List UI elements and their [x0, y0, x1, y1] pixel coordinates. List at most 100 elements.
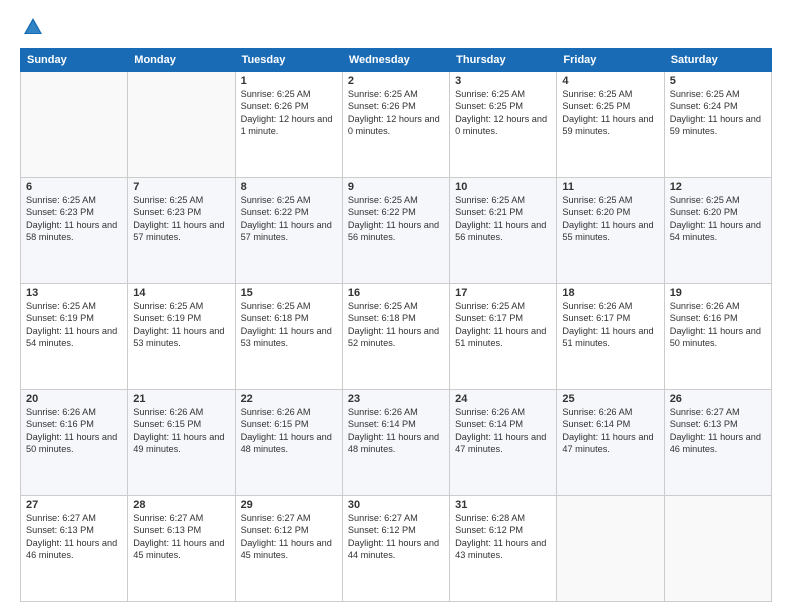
day-number: 19: [670, 287, 766, 299]
calendar-cell: 15Sunrise: 6:25 AM Sunset: 6:18 PM Dayli…: [235, 284, 342, 390]
cell-info: Sunrise: 6:25 AM Sunset: 6:17 PM Dayligh…: [455, 300, 551, 350]
calendar-cell: 7Sunrise: 6:25 AM Sunset: 6:23 PM Daylig…: [128, 178, 235, 284]
calendar-cell: 5Sunrise: 6:25 AM Sunset: 6:24 PM Daylig…: [664, 72, 771, 178]
calendar-cell: 14Sunrise: 6:25 AM Sunset: 6:19 PM Dayli…: [128, 284, 235, 390]
day-number: 12: [670, 181, 766, 193]
day-number: 20: [26, 393, 122, 405]
cell-info: Sunrise: 6:25 AM Sunset: 6:19 PM Dayligh…: [133, 300, 229, 350]
cell-info: Sunrise: 6:25 AM Sunset: 6:23 PM Dayligh…: [133, 194, 229, 244]
day-number: 6: [26, 181, 122, 193]
calendar-cell: 11Sunrise: 6:25 AM Sunset: 6:20 PM Dayli…: [557, 178, 664, 284]
cell-info: Sunrise: 6:26 AM Sunset: 6:15 PM Dayligh…: [133, 406, 229, 456]
cell-info: Sunrise: 6:25 AM Sunset: 6:18 PM Dayligh…: [241, 300, 337, 350]
day-number: 5: [670, 75, 766, 87]
calendar-cell: [664, 496, 771, 602]
calendar-cell: 25Sunrise: 6:26 AM Sunset: 6:14 PM Dayli…: [557, 390, 664, 496]
calendar-cell: 18Sunrise: 6:26 AM Sunset: 6:17 PM Dayli…: [557, 284, 664, 390]
calendar-cell: 16Sunrise: 6:25 AM Sunset: 6:18 PM Dayli…: [342, 284, 449, 390]
weekday-header-cell: Wednesday: [342, 49, 449, 72]
logo: [20, 16, 44, 38]
calendar-cell: 26Sunrise: 6:27 AM Sunset: 6:13 PM Dayli…: [664, 390, 771, 496]
calendar-cell: 24Sunrise: 6:26 AM Sunset: 6:14 PM Dayli…: [450, 390, 557, 496]
cell-info: Sunrise: 6:27 AM Sunset: 6:13 PM Dayligh…: [26, 512, 122, 562]
cell-info: Sunrise: 6:25 AM Sunset: 6:25 PM Dayligh…: [455, 88, 551, 138]
day-number: 15: [241, 287, 337, 299]
cell-info: Sunrise: 6:25 AM Sunset: 6:24 PM Dayligh…: [670, 88, 766, 138]
day-number: 21: [133, 393, 229, 405]
calendar-cell: [557, 496, 664, 602]
day-number: 3: [455, 75, 551, 87]
calendar-cell: 1Sunrise: 6:25 AM Sunset: 6:26 PM Daylig…: [235, 72, 342, 178]
calendar-cell: 4Sunrise: 6:25 AM Sunset: 6:25 PM Daylig…: [557, 72, 664, 178]
day-number: 10: [455, 181, 551, 193]
weekday-header-cell: Monday: [128, 49, 235, 72]
cell-info: Sunrise: 6:25 AM Sunset: 6:23 PM Dayligh…: [26, 194, 122, 244]
calendar-cell: [21, 72, 128, 178]
calendar-week-row: 13Sunrise: 6:25 AM Sunset: 6:19 PM Dayli…: [21, 284, 772, 390]
cell-info: Sunrise: 6:26 AM Sunset: 6:15 PM Dayligh…: [241, 406, 337, 456]
calendar-cell: 19Sunrise: 6:26 AM Sunset: 6:16 PM Dayli…: [664, 284, 771, 390]
cell-info: Sunrise: 6:26 AM Sunset: 6:17 PM Dayligh…: [562, 300, 658, 350]
day-number: 28: [133, 499, 229, 511]
cell-info: Sunrise: 6:25 AM Sunset: 6:26 PM Dayligh…: [241, 88, 337, 138]
weekday-header-cell: Thursday: [450, 49, 557, 72]
cell-info: Sunrise: 6:25 AM Sunset: 6:21 PM Dayligh…: [455, 194, 551, 244]
day-number: 7: [133, 181, 229, 193]
day-number: 17: [455, 287, 551, 299]
calendar-table: SundayMondayTuesdayWednesdayThursdayFrid…: [20, 48, 772, 602]
day-number: 25: [562, 393, 658, 405]
calendar-cell: 17Sunrise: 6:25 AM Sunset: 6:17 PM Dayli…: [450, 284, 557, 390]
calendar-cell: [128, 72, 235, 178]
calendar-cell: 13Sunrise: 6:25 AM Sunset: 6:19 PM Dayli…: [21, 284, 128, 390]
calendar-cell: 28Sunrise: 6:27 AM Sunset: 6:13 PM Dayli…: [128, 496, 235, 602]
day-number: 31: [455, 499, 551, 511]
weekday-header-cell: Saturday: [664, 49, 771, 72]
cell-info: Sunrise: 6:27 AM Sunset: 6:12 PM Dayligh…: [241, 512, 337, 562]
cell-info: Sunrise: 6:27 AM Sunset: 6:12 PM Dayligh…: [348, 512, 444, 562]
cell-info: Sunrise: 6:25 AM Sunset: 6:20 PM Dayligh…: [562, 194, 658, 244]
day-number: 14: [133, 287, 229, 299]
calendar-week-row: 20Sunrise: 6:26 AM Sunset: 6:16 PM Dayli…: [21, 390, 772, 496]
calendar-cell: 8Sunrise: 6:25 AM Sunset: 6:22 PM Daylig…: [235, 178, 342, 284]
calendar-cell: 31Sunrise: 6:28 AM Sunset: 6:12 PM Dayli…: [450, 496, 557, 602]
calendar-cell: 6Sunrise: 6:25 AM Sunset: 6:23 PM Daylig…: [21, 178, 128, 284]
cell-info: Sunrise: 6:25 AM Sunset: 6:22 PM Dayligh…: [348, 194, 444, 244]
day-number: 2: [348, 75, 444, 87]
calendar-week-row: 1Sunrise: 6:25 AM Sunset: 6:26 PM Daylig…: [21, 72, 772, 178]
day-number: 4: [562, 75, 658, 87]
cell-info: Sunrise: 6:26 AM Sunset: 6:16 PM Dayligh…: [26, 406, 122, 456]
calendar-cell: 22Sunrise: 6:26 AM Sunset: 6:15 PM Dayli…: [235, 390, 342, 496]
weekday-header-cell: Sunday: [21, 49, 128, 72]
day-number: 23: [348, 393, 444, 405]
calendar-week-row: 6Sunrise: 6:25 AM Sunset: 6:23 PM Daylig…: [21, 178, 772, 284]
calendar-cell: 3Sunrise: 6:25 AM Sunset: 6:25 PM Daylig…: [450, 72, 557, 178]
day-number: 29: [241, 499, 337, 511]
cell-info: Sunrise: 6:25 AM Sunset: 6:20 PM Dayligh…: [670, 194, 766, 244]
day-number: 24: [455, 393, 551, 405]
calendar-cell: 27Sunrise: 6:27 AM Sunset: 6:13 PM Dayli…: [21, 496, 128, 602]
calendar-cell: 20Sunrise: 6:26 AM Sunset: 6:16 PM Dayli…: [21, 390, 128, 496]
calendar-cell: 2Sunrise: 6:25 AM Sunset: 6:26 PM Daylig…: [342, 72, 449, 178]
day-number: 1: [241, 75, 337, 87]
day-number: 16: [348, 287, 444, 299]
day-number: 18: [562, 287, 658, 299]
cell-info: Sunrise: 6:26 AM Sunset: 6:14 PM Dayligh…: [562, 406, 658, 456]
cell-info: Sunrise: 6:27 AM Sunset: 6:13 PM Dayligh…: [133, 512, 229, 562]
cell-info: Sunrise: 6:27 AM Sunset: 6:13 PM Dayligh…: [670, 406, 766, 456]
calendar-cell: 29Sunrise: 6:27 AM Sunset: 6:12 PM Dayli…: [235, 496, 342, 602]
cell-info: Sunrise: 6:26 AM Sunset: 6:16 PM Dayligh…: [670, 300, 766, 350]
calendar-cell: 21Sunrise: 6:26 AM Sunset: 6:15 PM Dayli…: [128, 390, 235, 496]
calendar-cell: 30Sunrise: 6:27 AM Sunset: 6:12 PM Dayli…: [342, 496, 449, 602]
day-number: 22: [241, 393, 337, 405]
day-number: 9: [348, 181, 444, 193]
day-number: 11: [562, 181, 658, 193]
calendar-cell: 9Sunrise: 6:25 AM Sunset: 6:22 PM Daylig…: [342, 178, 449, 284]
calendar-cell: 12Sunrise: 6:25 AM Sunset: 6:20 PM Dayli…: [664, 178, 771, 284]
cell-info: Sunrise: 6:28 AM Sunset: 6:12 PM Dayligh…: [455, 512, 551, 562]
weekday-header-row: SundayMondayTuesdayWednesdayThursdayFrid…: [21, 49, 772, 72]
calendar-cell: 23Sunrise: 6:26 AM Sunset: 6:14 PM Dayli…: [342, 390, 449, 496]
calendar-week-row: 27Sunrise: 6:27 AM Sunset: 6:13 PM Dayli…: [21, 496, 772, 602]
cell-info: Sunrise: 6:25 AM Sunset: 6:25 PM Dayligh…: [562, 88, 658, 138]
cell-info: Sunrise: 6:25 AM Sunset: 6:26 PM Dayligh…: [348, 88, 444, 138]
cell-info: Sunrise: 6:25 AM Sunset: 6:18 PM Dayligh…: [348, 300, 444, 350]
